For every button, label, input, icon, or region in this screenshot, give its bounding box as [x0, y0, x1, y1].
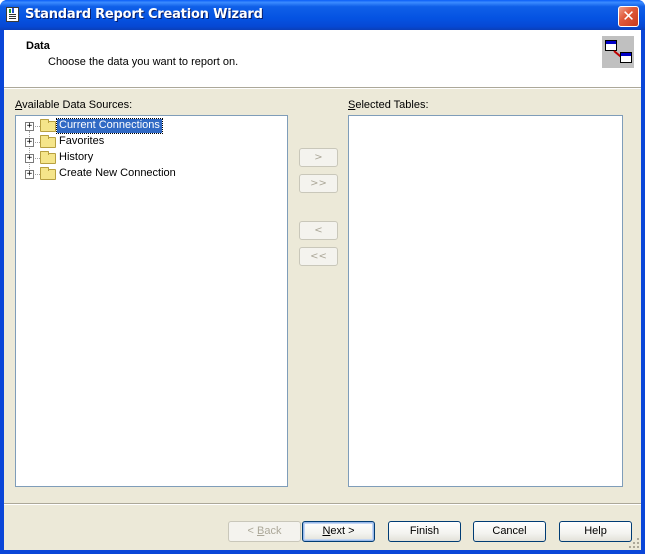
expand-icon[interactable]: + — [25, 122, 34, 131]
tree-item-label[interactable]: Current Connections — [56, 118, 163, 134]
cancel-button[interactable]: Cancel — [473, 521, 546, 542]
window-title: Standard Report Creation Wizard — [25, 7, 263, 22]
next-button[interactable]: Next > — [302, 521, 375, 542]
step-title: Data — [26, 40, 50, 52]
close-button[interactable]: ✕ — [618, 6, 639, 27]
expand-icon[interactable]: + — [25, 138, 34, 147]
available-sources-tree[interactable]: + Current Connections + Favorites + Hist… — [15, 115, 288, 487]
tree-item-label[interactable]: History — [57, 151, 95, 165]
tree-item-label[interactable]: Create New Connection — [57, 167, 178, 181]
finish-button[interactable]: Finish — [388, 521, 461, 542]
remove-all-tables-button[interactable]: << — [299, 247, 338, 266]
add-all-tables-button[interactable]: >> — [299, 174, 338, 193]
tree-item-label[interactable]: Favorites — [57, 135, 106, 149]
available-sources-label: Available Data Sources: — [15, 99, 133, 111]
wizard-header: Data Choose the data you want to report … — [4, 30, 641, 89]
remove-table-button[interactable]: < — [299, 221, 338, 240]
folder-icon — [40, 135, 56, 148]
selected-tables-list[interactable] — [348, 115, 623, 487]
report-app-icon — [6, 7, 19, 22]
step-subtitle: Choose the data you want to report on. — [48, 56, 239, 68]
add-table-button[interactable]: > — [299, 148, 338, 167]
tree-item-current-connections[interactable]: + Current Connections — [16, 118, 296, 134]
tree-item-history[interactable]: + History — [16, 150, 296, 166]
expand-icon[interactable]: + — [25, 154, 34, 163]
table-link-icon — [602, 36, 634, 68]
close-icon: ✕ — [622, 7, 635, 25]
folder-icon — [40, 119, 56, 132]
wizard-window: Standard Report Creation Wizard ✕ Data C… — [0, 0, 645, 554]
selected-tables-label: Selected Tables: — [348, 99, 429, 111]
folder-icon — [40, 151, 56, 164]
resize-grip[interactable] — [629, 538, 640, 549]
folder-icon — [40, 167, 56, 180]
help-button[interactable]: Help — [559, 521, 632, 542]
back-button[interactable]: < Back — [228, 521, 301, 542]
tree-item-favorites[interactable]: + Favorites — [16, 134, 296, 150]
wizard-client-area: Data Choose the data you want to report … — [4, 30, 641, 550]
expand-icon[interactable]: + — [25, 170, 34, 179]
tree-item-create-new-connection[interactable]: + Create New Connection — [16, 166, 296, 182]
title-bar[interactable]: Standard Report Creation Wizard ✕ — [0, 0, 645, 30]
